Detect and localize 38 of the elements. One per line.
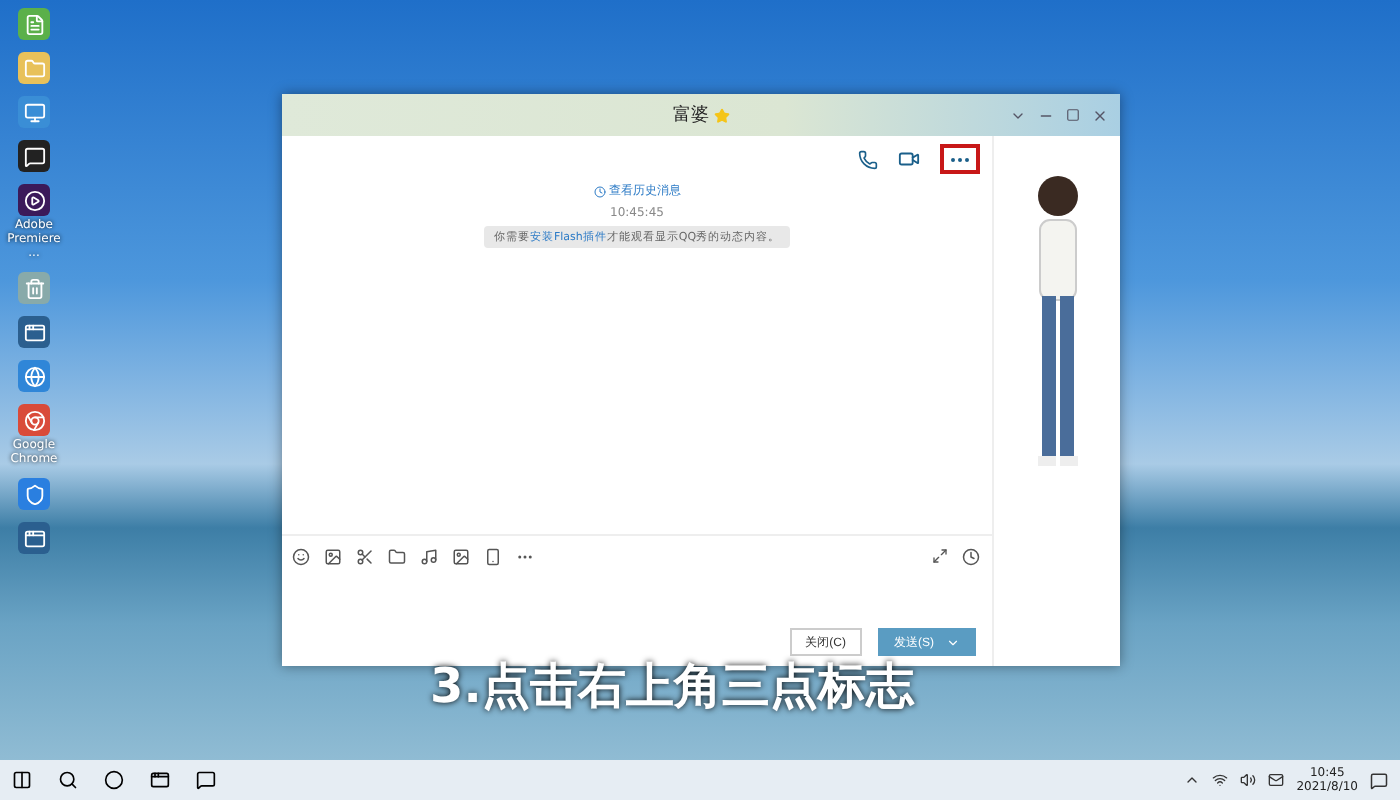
music-icon[interactable]: [420, 547, 438, 565]
speaker-icon[interactable]: [1240, 772, 1257, 788]
folder-desktop-icon[interactable]: [18, 52, 50, 84]
browser-desktop-icon[interactable]: [18, 360, 50, 392]
clock-icon: [593, 185, 605, 197]
more-button[interactable]: [940, 144, 980, 174]
phone-device-icon[interactable]: [484, 547, 502, 565]
scissors-icon[interactable]: [356, 547, 374, 565]
phone-icon[interactable]: [858, 149, 878, 169]
mail-icon[interactable]: [1268, 772, 1285, 788]
premiere-desktop-icon[interactable]: [18, 184, 50, 216]
chrome-desktop-icon[interactable]: [18, 404, 50, 436]
caret-icon[interactable]: [946, 635, 960, 649]
search-icon[interactable]: [58, 770, 78, 790]
clock-icon[interactable]: [962, 547, 980, 565]
notifications-icon[interactable]: [1370, 771, 1388, 789]
window-title: 富婆: [673, 102, 729, 128]
start-icon[interactable]: [12, 770, 32, 790]
monitor-desktop-icon[interactable]: [18, 96, 50, 128]
shield-desktop-icon[interactable]: [18, 478, 50, 510]
smiley-icon[interactable]: [292, 547, 310, 565]
cortana-icon[interactable]: [104, 770, 124, 790]
maximize-icon[interactable]: [1066, 107, 1080, 121]
file-desktop-icon[interactable]: [18, 8, 50, 40]
expand-icon[interactable]: [932, 548, 948, 564]
image-icon[interactable]: [452, 547, 470, 565]
video-camera-icon[interactable]: [898, 148, 920, 170]
chevron-up-icon[interactable]: [1184, 772, 1201, 788]
app-desktop-icon[interactable]: [18, 522, 50, 554]
close-icon[interactable]: [1092, 107, 1108, 123]
wifi-icon[interactable]: [1212, 772, 1229, 788]
caption-text: 3.点击右上角三点标志: [430, 656, 914, 718]
app-desktop-icon[interactable]: [18, 316, 50, 348]
screenshot-icon[interactable]: [324, 547, 342, 565]
chat-app-icon[interactable]: [196, 770, 216, 790]
folder-icon[interactable]: [388, 547, 406, 565]
task-view-icon[interactable]: [150, 770, 170, 790]
recycle-desktop-icon[interactable]: [18, 272, 50, 304]
